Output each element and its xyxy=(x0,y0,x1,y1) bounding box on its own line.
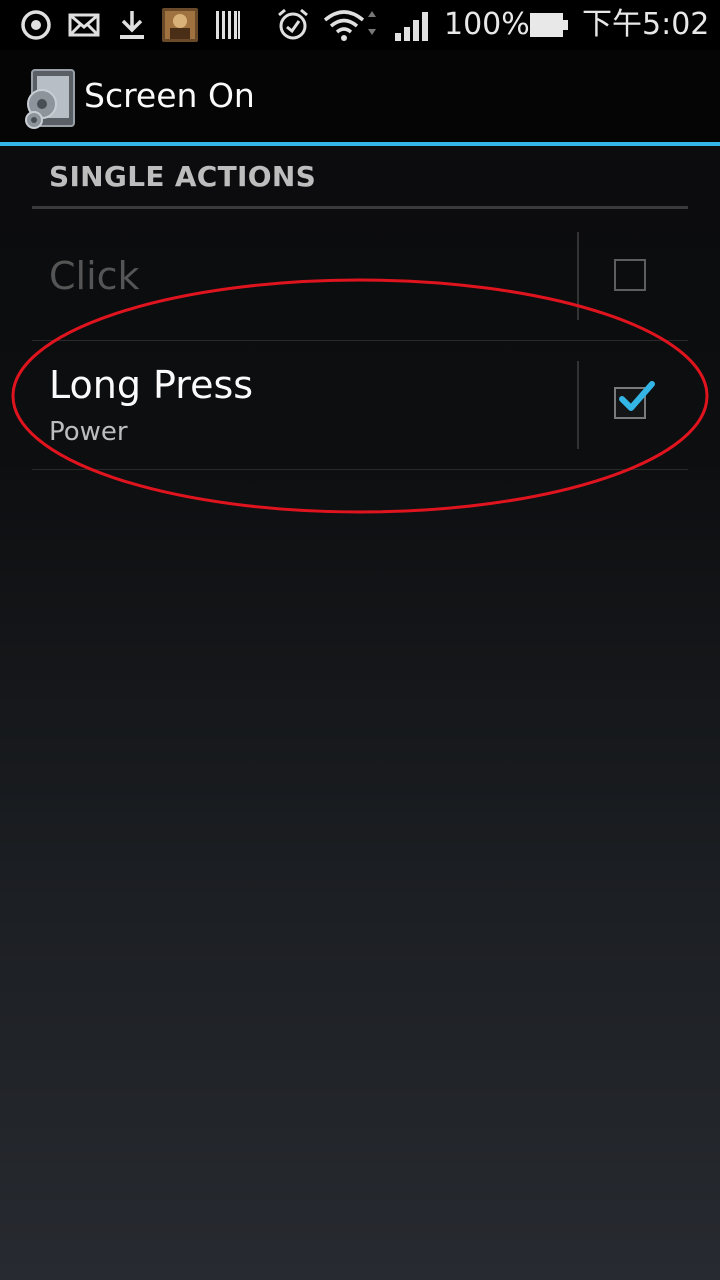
barcode-icon xyxy=(214,0,242,50)
mail-icon xyxy=(66,0,102,50)
long-press-checkbox[interactable] xyxy=(614,381,655,419)
section-divider xyxy=(32,206,688,209)
preference-title: Click xyxy=(49,254,140,298)
row-separator xyxy=(577,361,579,449)
download-icon xyxy=(116,0,148,50)
click-checkbox[interactable] xyxy=(614,259,646,291)
preference-summary: Power xyxy=(49,417,128,447)
page-title: Screen On xyxy=(84,76,255,115)
screen-settings-icon[interactable] xyxy=(22,68,78,130)
preference-row-click[interactable]: Click xyxy=(32,212,688,340)
app-thumbnail-icon xyxy=(162,0,198,50)
status-time: 下午5:02 xyxy=(582,7,710,42)
row-divider xyxy=(32,469,688,470)
wifi-icon xyxy=(322,0,378,50)
action-bar-accent-line xyxy=(0,142,720,146)
checkmark-icon xyxy=(619,381,655,411)
section-header: SINGLE ACTIONS xyxy=(49,160,317,193)
alarm-icon xyxy=(274,0,312,50)
battery-icon xyxy=(528,0,570,50)
battery-percent: 100% xyxy=(444,7,530,42)
preference-title: Long Press xyxy=(49,363,254,407)
signal-icon xyxy=(392,0,432,50)
row-separator xyxy=(577,232,579,320)
preference-row-long-press[interactable]: Long Press Power xyxy=(32,341,688,469)
status-bar: 100% 下午5:02 xyxy=(0,0,720,50)
sync-icon xyxy=(18,0,54,50)
